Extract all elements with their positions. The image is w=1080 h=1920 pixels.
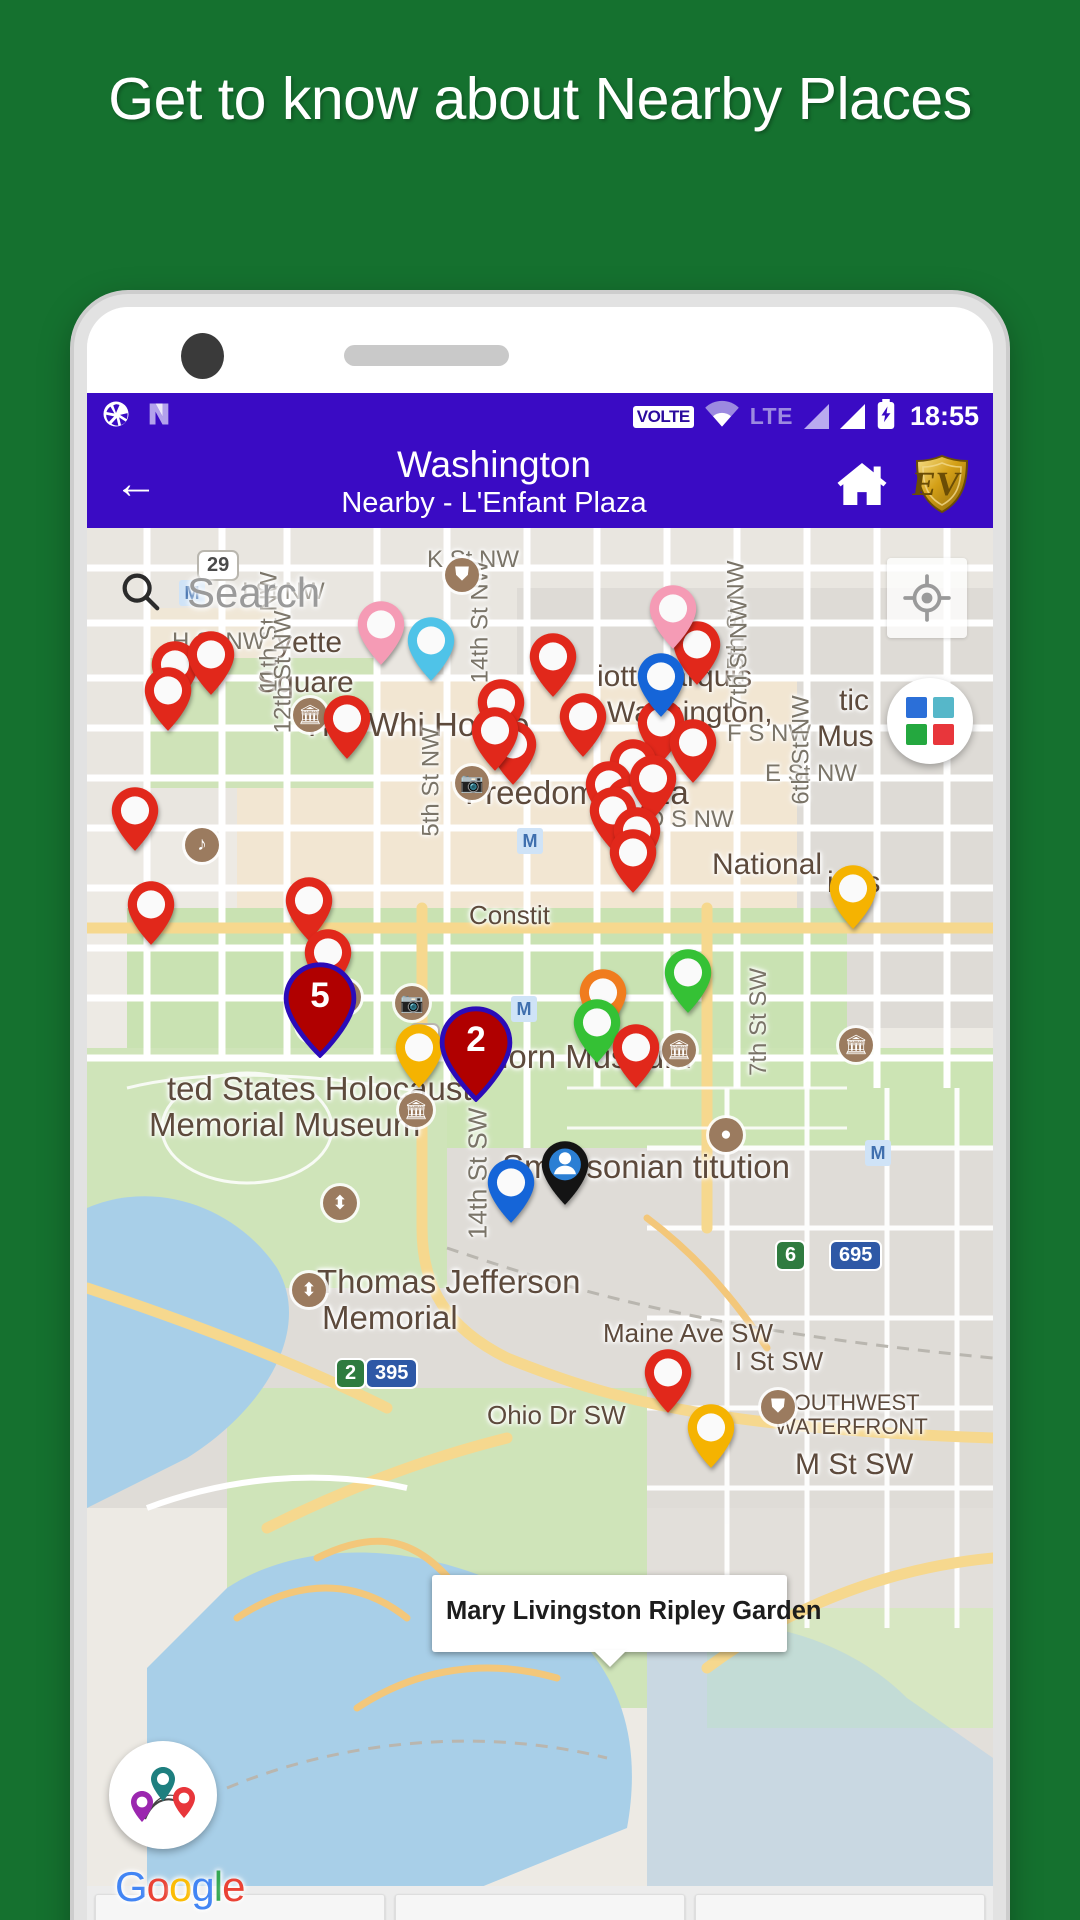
map-pin-marker[interactable]: [635, 652, 687, 718]
poi-icon-photo[interactable]: 📷: [395, 986, 429, 1020]
route-shield-i395: 395: [365, 1358, 419, 1389]
lte-label: LTE: [749, 403, 793, 429]
phone-bezel-top: [87, 307, 993, 393]
map-info-window[interactable]: Mary Livingston Ripley Garden: [432, 1575, 822, 1667]
google-logo-letter: o: [146, 1863, 170, 1910]
earpiece-speaker: [344, 345, 509, 366]
promo-heading: Get to know about Nearby Places: [108, 66, 972, 132]
poi-icon-museum[interactable]: 🏛: [839, 1028, 873, 1062]
grid-square-red: [933, 724, 954, 745]
map-pin-marker[interactable]: [685, 1403, 737, 1469]
google-logo-letter: G: [115, 1863, 148, 1910]
grid-square-teal: [933, 697, 954, 718]
home-icon[interactable]: [829, 451, 895, 517]
cluster-count: 5: [310, 976, 330, 1015]
camera-aperture-icon: [101, 399, 131, 434]
marker-cluster-fab[interactable]: [109, 1741, 217, 1849]
metro-station-icon[interactable]: M: [865, 1140, 891, 1166]
page-subtitle: Nearby - L'Enfant Plaza: [341, 487, 647, 520]
search-icon: [117, 568, 163, 619]
google-logo-letter: e: [222, 1863, 245, 1910]
signal-icon: [803, 404, 829, 429]
metro-station-icon[interactable]: M: [511, 996, 537, 1022]
battery-icon: [876, 399, 896, 434]
nfc-icon: [145, 400, 173, 433]
status-bar-time: 18:55: [909, 401, 979, 431]
map-pin-marker[interactable]: [667, 718, 719, 784]
google-logo: Google: [115, 1863, 245, 1911]
front-camera-icon: [181, 333, 224, 379]
map-pin-marker[interactable]: [527, 632, 579, 698]
map-view[interactable]: Washington,iott MarquisK St NWI St NWH S…: [87, 528, 993, 1920]
map-pin-marker[interactable]: [557, 692, 609, 758]
ev-logo-icon[interactable]: EV: [909, 451, 975, 517]
page-title: Washington: [396, 444, 591, 486]
svg-text:EV: EV: [912, 466, 963, 503]
map-canvas: [87, 528, 993, 1920]
map-pin-marker[interactable]: [662, 948, 714, 1014]
map-cluster-marker[interactable]: 5: [283, 962, 357, 1059]
select-marker-button[interactable]: Select Marker: [695, 1894, 985, 1920]
wifi-icon: [704, 400, 739, 433]
route-shield-exit-6: 6: [775, 1240, 807, 1271]
poi-icon-monument[interactable]: ⬍: [323, 1186, 357, 1220]
map-pin-marker[interactable]: [610, 1023, 662, 1089]
info-window-title: Mary Livingston Ripley Garden: [446, 1597, 822, 1625]
map-pin-marker[interactable]: [607, 828, 659, 894]
map-pin-marker[interactable]: [827, 864, 879, 930]
google-logo-letter: l: [213, 1863, 223, 1910]
map-layers-fab[interactable]: [887, 678, 973, 764]
map-pin-marker[interactable]: [142, 666, 194, 732]
my-location-button[interactable]: [887, 558, 967, 638]
search-input[interactable]: Search: [187, 569, 320, 617]
map-pin-marker[interactable]: [469, 706, 521, 772]
map-pin-marker[interactable]: [321, 694, 373, 760]
poi-icon-museum[interactable]: 🏛: [399, 1093, 433, 1127]
grid-square-blue: [906, 697, 927, 718]
app-bar: ← Washington Nearby - L'Enfant Plaza EV: [87, 440, 993, 528]
google-logo-letter: o: [169, 1863, 192, 1910]
route-shield-exit-2: 2: [335, 1358, 367, 1389]
phone-mockup: VOLTE LTE 18:55 ← Washington Nearby - L'…: [74, 294, 1006, 1920]
draw-shape-button[interactable]: Draw Shape: [395, 1894, 685, 1920]
status-bar: VOLTE LTE 18:55: [87, 393, 993, 440]
map-pin-marker[interactable]: [109, 786, 161, 852]
back-button[interactable]: ←: [105, 453, 167, 515]
poi-icon-circle[interactable]: ●: [709, 1118, 743, 1152]
map-pin-marker[interactable]: [393, 1023, 445, 1089]
map-pin-marker[interactable]: [125, 880, 177, 946]
map-cluster-marker[interactable]: 2: [439, 1006, 513, 1103]
grid-square-green: [906, 724, 927, 745]
map-pin-marker[interactable]: [539, 1140, 591, 1206]
signal-icon: [839, 404, 865, 429]
poi-icon-monument[interactable]: ⬍: [292, 1273, 326, 1307]
poi-icon-music[interactable]: ♪: [185, 828, 219, 862]
cluster-count: 2: [466, 1020, 486, 1059]
volte-badge: VOLTE: [632, 405, 694, 428]
info-window-tail: [592, 1650, 627, 1667]
poi-icon-park[interactable]: ⛊: [761, 1390, 795, 1424]
app-bar-title-block: Washington Nearby - L'Enfant Plaza: [159, 446, 829, 521]
search-bar[interactable]: Search: [87, 556, 993, 630]
metro-station-icon[interactable]: M: [517, 828, 543, 854]
route-shield-i695: 695: [829, 1240, 883, 1271]
map-pin-marker[interactable]: [485, 1158, 537, 1224]
google-logo-letter: g: [191, 1863, 214, 1910]
poi-icon-museum[interactable]: 🏛: [662, 1033, 696, 1067]
